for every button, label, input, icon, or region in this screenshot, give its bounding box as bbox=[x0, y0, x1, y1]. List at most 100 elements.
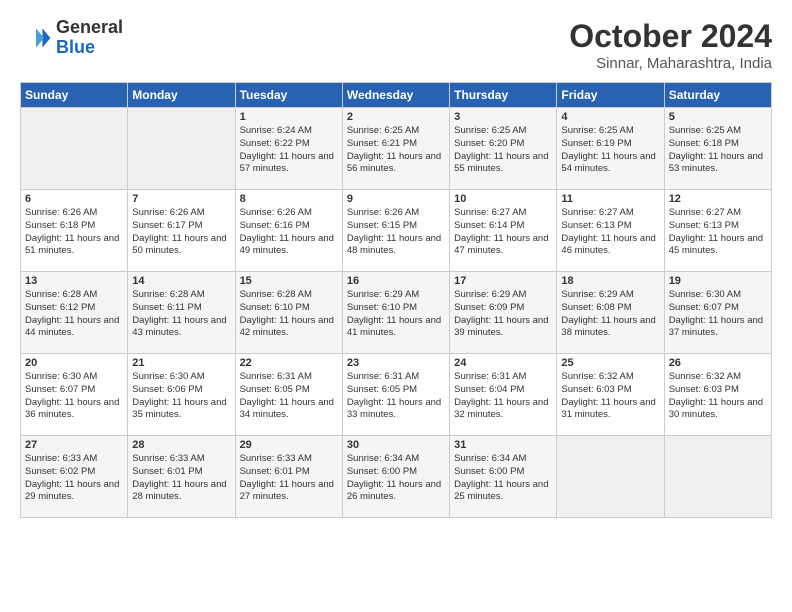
day-info: Sunrise: 6:24 AM bbox=[240, 125, 338, 138]
day-info: Sunset: 6:18 PM bbox=[669, 138, 767, 151]
col-saturday: Saturday bbox=[664, 83, 771, 108]
week-row-2: 6Sunrise: 6:26 AMSunset: 6:18 PMDaylight… bbox=[21, 190, 772, 272]
day-info: Sunrise: 6:34 AM bbox=[347, 453, 445, 466]
calendar-cell: 28Sunrise: 6:33 AMSunset: 6:01 PMDayligh… bbox=[128, 436, 235, 518]
calendar-cell: 21Sunrise: 6:30 AMSunset: 6:06 PMDayligh… bbox=[128, 354, 235, 436]
day-number: 21 bbox=[132, 357, 230, 369]
day-info: Sunrise: 6:30 AM bbox=[132, 371, 230, 384]
col-monday: Monday bbox=[128, 83, 235, 108]
day-info: Sunset: 6:11 PM bbox=[132, 302, 230, 315]
day-info: Sunset: 6:05 PM bbox=[240, 384, 338, 397]
day-number: 27 bbox=[25, 439, 123, 451]
day-info: Daylight: 11 hours and 56 minutes. bbox=[347, 151, 445, 177]
col-thursday: Thursday bbox=[450, 83, 557, 108]
day-number: 20 bbox=[25, 357, 123, 369]
calendar-cell: 13Sunrise: 6:28 AMSunset: 6:12 PMDayligh… bbox=[21, 272, 128, 354]
sub-title: Sinnar, Maharashtra, India bbox=[569, 55, 772, 72]
day-number: 17 bbox=[454, 275, 552, 287]
main-title: October 2024 bbox=[569, 18, 772, 55]
day-number: 9 bbox=[347, 193, 445, 205]
calendar-cell: 15Sunrise: 6:28 AMSunset: 6:10 PMDayligh… bbox=[235, 272, 342, 354]
day-info: Sunset: 6:16 PM bbox=[240, 220, 338, 233]
day-info: Sunrise: 6:27 AM bbox=[561, 207, 659, 220]
day-number: 29 bbox=[240, 439, 338, 451]
day-number: 4 bbox=[561, 111, 659, 123]
day-info: Sunrise: 6:28 AM bbox=[25, 289, 123, 302]
calendar-cell bbox=[557, 436, 664, 518]
day-info: Sunset: 6:10 PM bbox=[240, 302, 338, 315]
day-number: 10 bbox=[454, 193, 552, 205]
week-row-3: 13Sunrise: 6:28 AMSunset: 6:12 PMDayligh… bbox=[21, 272, 772, 354]
day-number: 6 bbox=[25, 193, 123, 205]
col-sunday: Sunday bbox=[21, 83, 128, 108]
day-info: Sunset: 6:21 PM bbox=[347, 138, 445, 151]
day-info: Sunrise: 6:31 AM bbox=[347, 371, 445, 384]
calendar-cell: 27Sunrise: 6:33 AMSunset: 6:02 PMDayligh… bbox=[21, 436, 128, 518]
day-info: Sunrise: 6:27 AM bbox=[669, 207, 767, 220]
day-info: Sunset: 6:07 PM bbox=[25, 384, 123, 397]
day-info: Sunrise: 6:29 AM bbox=[347, 289, 445, 302]
day-info: Sunrise: 6:26 AM bbox=[132, 207, 230, 220]
day-number: 25 bbox=[561, 357, 659, 369]
calendar-table: Sunday Monday Tuesday Wednesday Thursday… bbox=[20, 82, 772, 518]
day-info: Sunrise: 6:25 AM bbox=[347, 125, 445, 138]
day-info: Sunrise: 6:26 AM bbox=[25, 207, 123, 220]
day-info: Daylight: 11 hours and 34 minutes. bbox=[240, 397, 338, 423]
day-number: 14 bbox=[132, 275, 230, 287]
calendar-cell: 10 Sunrise: 6:27 AMSunset: 6:14 PMDayligh… bbox=[450, 190, 557, 272]
day-info: Daylight: 11 hours and 39 minutes. bbox=[454, 315, 552, 341]
day-number: 28 bbox=[132, 439, 230, 451]
day-number: 23 bbox=[347, 357, 445, 369]
header-row: Sunday Monday Tuesday Wednesday Thursday… bbox=[21, 83, 772, 108]
day-info: Sunrise: 6:28 AM bbox=[240, 289, 338, 302]
week-row-5: 27 Sunrise: 6:33 AM Sunset: 6:02 PM Dayligh… bbox=[21, 436, 772, 518]
page: General Blue October 2024 Sinnar, Mahara… bbox=[0, 0, 792, 528]
day-info: Sunrise: 6:32 AM bbox=[561, 371, 659, 384]
calendar-cell: 18Sunrise: 6:29 AMSunset: 6:08 PMDayligh… bbox=[557, 272, 664, 354]
day-info: Sunrise: 6:25 AM bbox=[454, 125, 552, 138]
day-info: Daylight: 11 hours and 26 minutes. bbox=[347, 479, 445, 505]
day-number: 12 bbox=[669, 193, 767, 205]
day-info: Sunrise: 6:27 AM bbox=[454, 207, 552, 220]
day-info: Sunset: 6:04 PM bbox=[454, 384, 552, 397]
calendar-cell: 7Sunrise: 6:26 AMSunset: 6:17 PMDaylight… bbox=[128, 190, 235, 272]
day-info: Sunset: 6:09 PM bbox=[454, 302, 552, 315]
day-info: Sunrise: 6:29 AM bbox=[454, 289, 552, 302]
calendar-cell: 2Sunrise: 6:25 AMSunset: 6:21 PMDaylight… bbox=[342, 108, 449, 190]
col-wednesday: Wednesday bbox=[342, 83, 449, 108]
day-info: Daylight: 11 hours and 47 minutes. bbox=[454, 233, 552, 259]
day-info: Daylight: 11 hours and 32 minutes. bbox=[454, 397, 552, 423]
day-info: Sunrise: 6:30 AM bbox=[669, 289, 767, 302]
day-info: Sunset: 6:18 PM bbox=[25, 220, 123, 233]
day-info: Sunset: 6:03 PM bbox=[669, 384, 767, 397]
logo-text: General Blue bbox=[56, 18, 123, 58]
day-info: Sunset: 6:20 PM bbox=[454, 138, 552, 151]
calendar-cell: 26Sunrise: 6:32 AMSunset: 6:03 PMDayligh… bbox=[664, 354, 771, 436]
calendar-cell: 29Sunrise: 6:33 AMSunset: 6:01 PMDayligh… bbox=[235, 436, 342, 518]
day-info: Sunset: 6:10 PM bbox=[347, 302, 445, 315]
header: General Blue October 2024 Sinnar, Mahara… bbox=[20, 18, 772, 72]
col-friday: Friday bbox=[557, 83, 664, 108]
day-info: Sunset: 6:07 PM bbox=[669, 302, 767, 315]
calendar-cell: 23Sunrise: 6:31 AMSunset: 6:05 PMDayligh… bbox=[342, 354, 449, 436]
day-info: Daylight: 11 hours and 42 minutes. bbox=[240, 315, 338, 341]
calendar-cell: 6Sunrise: 6:26 AMSunset: 6:18 PMDaylight… bbox=[21, 190, 128, 272]
day-info: Sunset: 6:02 PM bbox=[25, 466, 123, 479]
day-info: Sunrise: 6:29 AM bbox=[561, 289, 659, 302]
day-info: Sunrise: 6:34 AM bbox=[454, 453, 552, 466]
day-info: Daylight: 11 hours and 43 minutes. bbox=[132, 315, 230, 341]
day-info: Daylight: 11 hours and 38 minutes. bbox=[561, 315, 659, 341]
title-block: October 2024 Sinnar, Maharashtra, India bbox=[569, 18, 772, 72]
calendar-cell bbox=[664, 436, 771, 518]
day-info: Sunset: 6:14 PM bbox=[454, 220, 552, 233]
day-info: Sunset: 6:12 PM bbox=[25, 302, 123, 315]
day-info: Daylight: 11 hours and 28 minutes. bbox=[132, 479, 230, 505]
calendar-cell bbox=[128, 108, 235, 190]
day-info: Daylight: 11 hours and 50 minutes. bbox=[132, 233, 230, 259]
day-info: Daylight: 11 hours and 31 minutes. bbox=[561, 397, 659, 423]
day-number: 1 bbox=[240, 111, 338, 123]
day-info: Sunrise: 6:33 AM bbox=[240, 453, 338, 466]
day-info: Daylight: 11 hours and 41 minutes. bbox=[347, 315, 445, 341]
day-number: 11 bbox=[561, 193, 659, 205]
day-number: 30 bbox=[347, 439, 445, 451]
